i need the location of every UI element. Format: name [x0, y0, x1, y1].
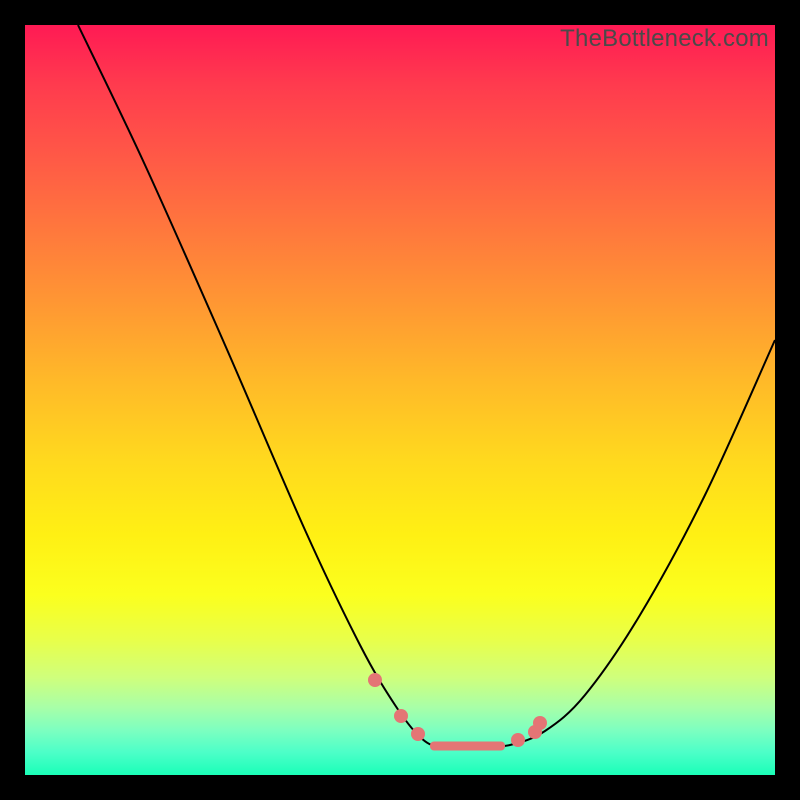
trough-band [430, 742, 505, 751]
watermark-text: TheBottleneck.com [560, 25, 769, 53]
chart-svg [25, 25, 775, 775]
plot-area: TheBottleneck.com [25, 25, 775, 775]
marker-dot [394, 709, 408, 723]
marker-group [368, 673, 547, 747]
curve-path [78, 25, 775, 748]
marker-dot [533, 716, 547, 730]
marker-dot [411, 727, 425, 741]
chart-frame: TheBottleneck.com [0, 0, 800, 800]
marker-dot [511, 733, 525, 747]
marker-dot [368, 673, 382, 687]
